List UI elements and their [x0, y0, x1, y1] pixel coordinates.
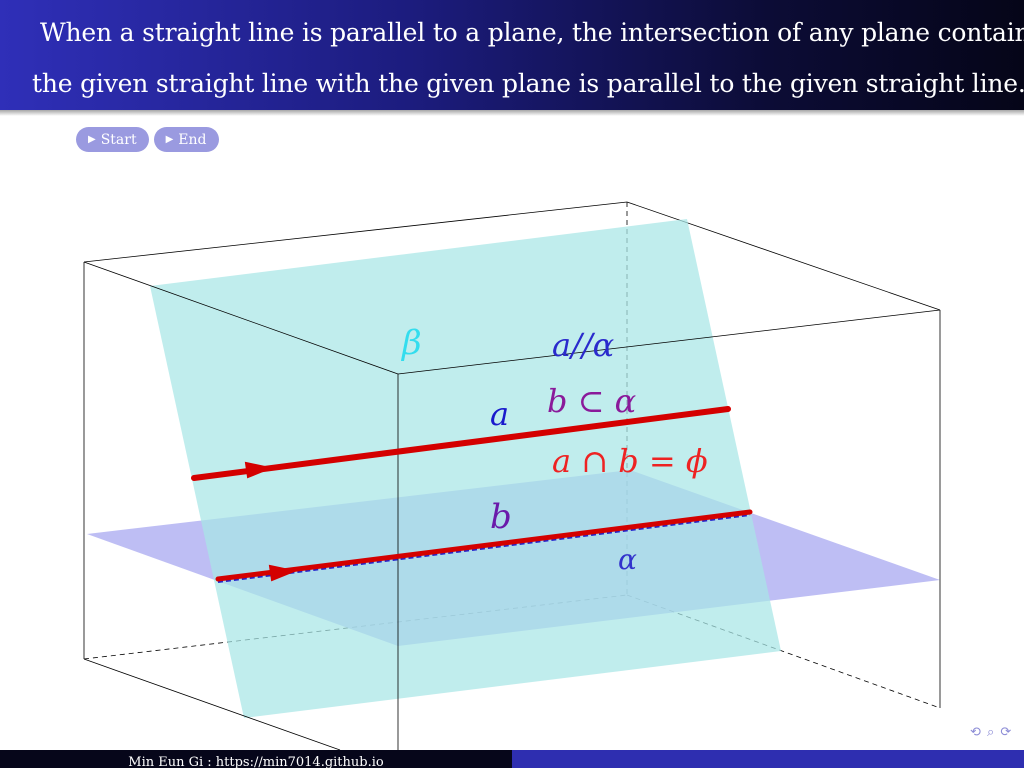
relation-subset: b ⊂ α — [547, 382, 636, 420]
label-beta: β — [400, 323, 422, 363]
slide-footer: Min Eun Gi : https://min7014.github.io — [0, 750, 1024, 768]
label-b: b — [490, 497, 512, 537]
relation-intersection: a ∩ b = ϕ — [552, 442, 708, 480]
geometry-figure: β α a b a//α b ⊂ α a ∩ b = ϕ — [83, 201, 941, 768]
relation-parallel: a//α — [552, 326, 614, 364]
footer-author: Min Eun Gi : https://min7014.github.io — [0, 750, 512, 768]
beamer-navigation-icons[interactable]: ⟲ ⌕ ⟳ — [970, 725, 1012, 740]
label-a: a — [490, 395, 509, 433]
label-alpha: α — [618, 543, 637, 576]
footer-bar — [512, 750, 1024, 768]
